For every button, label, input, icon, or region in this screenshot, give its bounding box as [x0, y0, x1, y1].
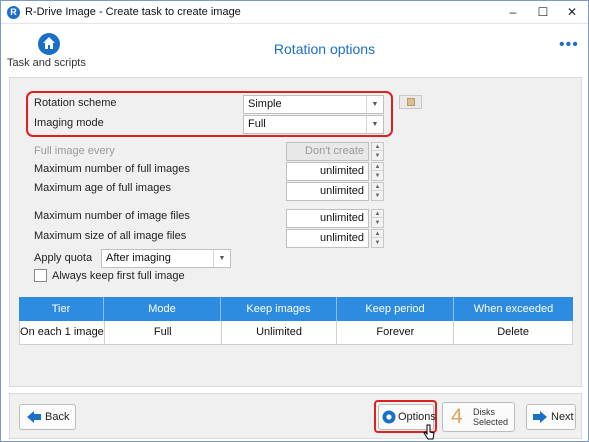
max-image-files-label: Maximum number of image files	[34, 210, 190, 222]
keep-first-image-checkbox[interactable]	[34, 269, 47, 282]
arrow-left-icon	[27, 411, 41, 423]
max-size-stepper[interactable]: ▲ ▼	[371, 229, 384, 248]
mouse-cursor-icon	[423, 424, 435, 440]
disks-line-2: Selected	[473, 417, 509, 427]
home-label: Task and scripts	[7, 57, 86, 69]
max-full-images-field[interactable]: unlimited	[286, 162, 369, 181]
apply-quota-dropdown[interactable]: After imaging ▼	[101, 249, 231, 268]
arrow-right-icon	[533, 411, 547, 423]
maximize-button[interactable]: ☐	[528, 1, 558, 24]
rotation-options-panel: Rotation scheme Simple ▼ Imaging mode Fu…	[9, 77, 582, 387]
table-cell: Delete	[454, 321, 573, 344]
table-cell: Full	[105, 321, 222, 344]
max-image-files-stepper[interactable]: ▲ ▼	[371, 209, 384, 228]
apply-quota-value: After imaging	[106, 252, 171, 264]
max-full-images-label: Maximum number of full images	[34, 163, 190, 175]
page-title: Rotation options	[273, 41, 376, 57]
disks-line-1: Disks	[473, 407, 495, 417]
disks-count: 4	[451, 405, 463, 428]
column-header[interactable]: Mode	[104, 297, 221, 321]
full-image-every-label: Full image every	[34, 145, 115, 157]
column-header[interactable]: When exceeded	[454, 297, 573, 321]
max-image-files-field[interactable]: unlimited	[286, 209, 369, 228]
more-options-icon[interactable]: •••	[559, 36, 579, 54]
settings-icon	[407, 98, 415, 106]
full-image-every-field: Don't create	[286, 142, 369, 161]
apply-quota-label: Apply quota	[34, 252, 93, 264]
r-drive-app-icon: R	[7, 6, 20, 19]
table-row[interactable]: On each 1 image Full Unlimited Forever D…	[19, 321, 573, 345]
max-age-label: Maximum age of full images	[34, 182, 171, 194]
table-header-row: Tier Mode Keep images Keep period When e…	[19, 297, 573, 321]
full-image-every-stepper: ▲ ▼	[371, 142, 384, 161]
back-button[interactable]: Back	[19, 404, 76, 430]
back-label: Back	[45, 411, 70, 423]
chevron-down-icon: ▼	[213, 250, 230, 267]
next-button[interactable]: Next	[526, 404, 576, 430]
options-label: Options	[398, 411, 436, 423]
table-cell: On each 1 image	[20, 321, 105, 344]
highlight-rotation-settings	[26, 91, 393, 137]
close-button[interactable]: ✕	[557, 1, 587, 24]
next-label: Next	[551, 411, 574, 423]
tiers-table: Tier Mode Keep images Keep period When e…	[19, 297, 573, 345]
scheme-settings-button[interactable]	[399, 95, 422, 109]
column-header[interactable]: Keep images	[221, 297, 337, 321]
header-bar: Task and scripts Rotation options •••	[1, 24, 588, 74]
app-window: R R-Drive Image - Create task to create …	[0, 0, 589, 442]
window-title: R-Drive Image - Create task to create im…	[25, 6, 241, 18]
table-cell: Forever	[337, 321, 455, 344]
disks-selected-button[interactable]: 4 Disks Selected	[442, 402, 515, 432]
footer-bar: Back Options 4 Disks Selected Next	[9, 393, 582, 439]
column-header[interactable]: Keep period	[337, 297, 454, 321]
max-size-label: Maximum size of all image files	[34, 230, 187, 242]
title-bar: R R-Drive Image - Create task to create …	[1, 1, 588, 24]
keep-first-image-label: Always keep first full image	[52, 270, 185, 282]
max-size-field[interactable]: unlimited	[286, 229, 369, 248]
minimize-button[interactable]: –	[498, 1, 528, 24]
max-age-field[interactable]: unlimited	[286, 182, 369, 201]
max-full-images-stepper[interactable]: ▲ ▼	[371, 162, 384, 181]
table-cell: Unlimited	[222, 321, 338, 344]
gear-icon	[382, 410, 396, 424]
max-age-stepper[interactable]: ▲ ▼	[371, 182, 384, 201]
column-header[interactable]: Tier	[19, 297, 104, 321]
